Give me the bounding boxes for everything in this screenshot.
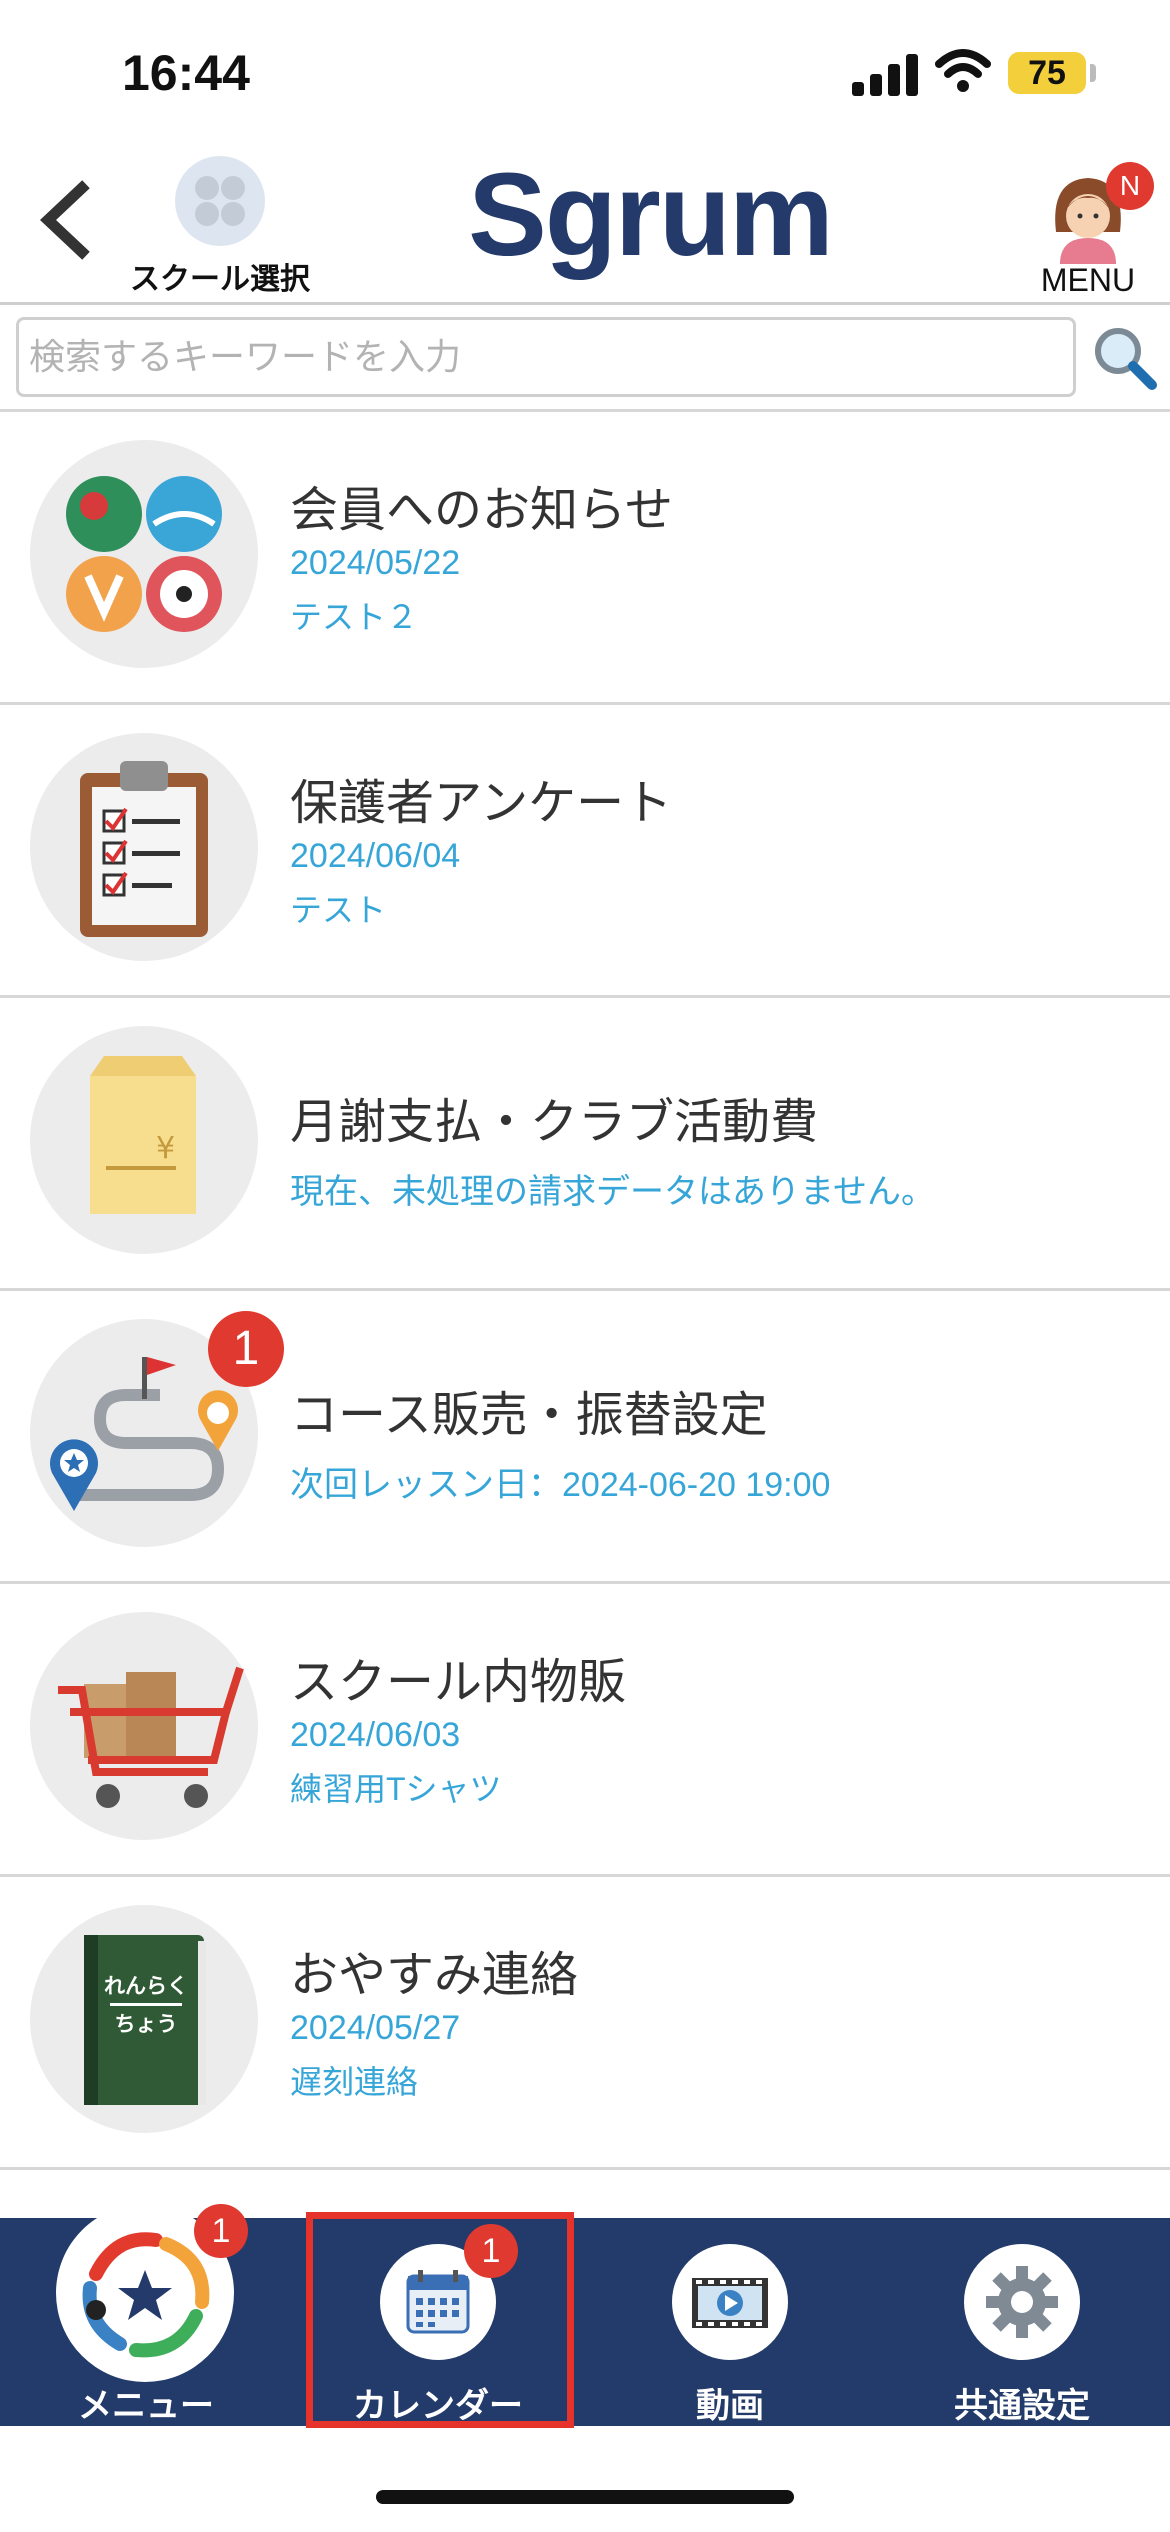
item-detail: 遅刻連絡	[290, 2064, 419, 2100]
battery-indicator: 75	[1008, 52, 1086, 94]
wifi-icon	[935, 49, 991, 92]
school-select-button[interactable]: スクール選択	[120, 156, 320, 296]
item-message: 現在、未処理の請求データはありません。	[290, 1173, 935, 1211]
list-item-monthly-fee[interactable]: ¥ 月謝支払・クラブ活動費 現在、未処理の請求データはありません。	[0, 998, 1170, 1291]
school-logo-icon	[175, 156, 265, 246]
app-header: スクール選択 Sgrum N MENU	[0, 140, 1170, 305]
search-bar	[0, 305, 1170, 412]
tab-menu[interactable]: 1 メニュー	[0, 2204, 292, 2426]
list-item-school-shop[interactable]: スクール内物販 2024/06/03 練習用Tシャツ	[0, 1584, 1170, 1877]
tab-label: カレンダー	[353, 2387, 523, 2425]
school-select-label: スクール選択	[130, 263, 310, 296]
back-button[interactable]	[36, 180, 96, 260]
status-bar: 16:44 75	[0, 0, 1170, 140]
home-indicator[interactable]	[376, 2490, 794, 2504]
envelope-icon: ¥	[30, 1026, 258, 1254]
search-input[interactable]	[16, 317, 1076, 397]
clipboard-icon	[30, 733, 258, 961]
gear-icon	[964, 2244, 1080, 2360]
tab-label: 動画	[696, 2387, 764, 2425]
sports-icon	[30, 440, 258, 668]
status-time: 16:44	[122, 45, 250, 101]
menu-button[interactable]: N MENU	[1018, 150, 1158, 300]
list-item-absence-notice[interactable]: れんらく ちょう おやすみ連絡 2024/05/27 遅刻連絡	[0, 1877, 1170, 2170]
item-date: 2024/06/03	[290, 1716, 461, 1754]
bottom-tab-bar: 1 メニュー 1 カレンダー 動画 共通設定	[0, 2204, 1170, 2426]
item-date: 2024/05/22	[290, 544, 461, 582]
list-item-member-notice[interactable]: 会員へのお知らせ 2024/05/22 テスト２	[0, 412, 1170, 705]
feature-list: 会員へのお知らせ 2024/05/22 テスト２ 保護者アンケート 2024/0…	[0, 412, 1170, 2170]
signal-icon	[852, 52, 918, 96]
tab-common-settings[interactable]: 共通設定	[876, 2218, 1168, 2426]
item-date: 2024/06/04	[290, 837, 461, 875]
item-title: 保護者アンケート	[290, 777, 673, 830]
notebook-icon: れんらく ちょう	[30, 1905, 258, 2133]
app-logo: Sgrum	[468, 149, 834, 281]
notification-badge: 1	[208, 1311, 284, 1387]
item-title: 会員へのお知らせ	[290, 484, 674, 537]
item-detail: テスト	[290, 892, 387, 928]
notification-badge: N	[1106, 162, 1154, 210]
list-item-parent-survey[interactable]: 保護者アンケート 2024/06/04 テスト	[0, 705, 1170, 998]
item-title: コース販売・振替設定	[290, 1389, 768, 1442]
item-title: 月謝支払・クラブ活動費	[290, 1096, 819, 1149]
tab-calendar[interactable]: 1 カレンダー	[292, 2218, 584, 2426]
search-icon[interactable]	[1090, 323, 1160, 393]
item-title: スクール内物販	[290, 1656, 627, 1709]
tab-label: メニュー	[78, 2387, 214, 2425]
item-title: おやすみ連絡	[290, 1949, 579, 2002]
video-icon	[672, 2244, 788, 2360]
battery-cap	[1090, 64, 1096, 82]
item-detail: テスト２	[290, 599, 419, 635]
item-date: 2024/05/27	[290, 2009, 461, 2047]
tab-label: 共通設定	[954, 2387, 1090, 2425]
notebook-text-line1: れんらく	[104, 1974, 188, 1998]
item-detail: 練習用Tシャツ	[290, 1771, 502, 1807]
notification-badge: 1	[464, 2224, 518, 2278]
notebook-text-line2: ちょう	[115, 2012, 178, 2036]
list-item-course-sales[interactable]: 1 コース販売・振替設定 次回レッスン日：2024-06-20 19:00	[0, 1291, 1170, 1584]
tab-video[interactable]: 動画	[584, 2218, 876, 2426]
menu-label: MENU	[1040, 262, 1136, 298]
shopping-cart-icon	[30, 1612, 258, 1840]
item-message: 次回レッスン日：2024-06-20 19:00	[290, 1466, 831, 1504]
svg-text:¥: ¥	[156, 1131, 175, 1166]
notification-badge: 1	[194, 2204, 248, 2258]
